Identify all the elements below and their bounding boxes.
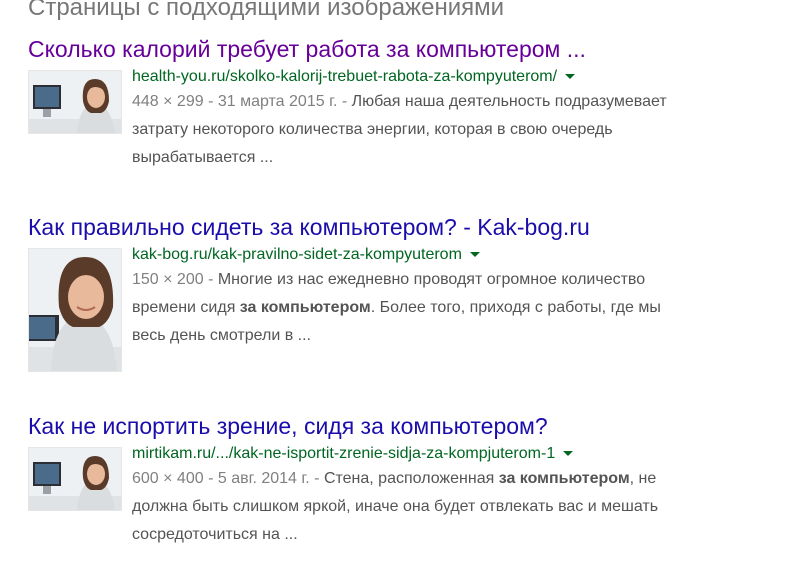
result-url: mirtikam.ru/.../kak-ne-isportit-zrenie-s… bbox=[132, 443, 801, 465]
snippet-line-1: 448 × 299 - 31 марта 2015 г. - Любая наш… bbox=[132, 88, 801, 116]
snippet-line-3: весь день смотрели в ... bbox=[132, 327, 311, 344]
search-result: Как правильно сидеть за компьютером? - K… bbox=[28, 212, 801, 372]
result-url-text: health-you.ru/skolko-kalorij-trebuet-rab… bbox=[132, 68, 558, 85]
snippet-text: Стена, расположенная bbox=[323, 470, 499, 487]
snippet-line-3: сосредоточиться на ... bbox=[132, 526, 298, 543]
result-url-text: mirtikam.ru/.../kak-ne-isportit-zrenie-s… bbox=[132, 445, 556, 462]
result-snippet: 150 × 200 - Многие из нас ежедневно пров… bbox=[132, 266, 801, 350]
snippet-highlight: за компьютером bbox=[239, 299, 371, 316]
result-url-text: kak-bog.ru/kak-pravilno-sidet-za-kompyut… bbox=[132, 246, 462, 263]
snippet-text: . Более того, приходя с работы, где мы bbox=[370, 299, 661, 316]
snippet-text: времени сидя bbox=[132, 299, 240, 316]
result-snippet: 600 × 400 - 5 авг. 2014 г. - Стена, расп… bbox=[132, 465, 801, 549]
result-snippet: 448 × 299 - 31 марта 2015 г. - Любая наш… bbox=[132, 88, 801, 172]
result-title-link[interactable]: Как не испортить зрение, сидя за компьют… bbox=[28, 411, 801, 441]
search-result: Сколько калорий требует работа за компью… bbox=[28, 34, 801, 172]
snippet-text: , не bbox=[629, 470, 657, 487]
result-title-link[interactable]: Сколько калорий требует работа за компью… bbox=[28, 34, 801, 64]
woman-at-computer-image bbox=[29, 448, 121, 510]
result-url: kak-bog.ru/kak-pravilno-sidet-za-kompyut… bbox=[132, 244, 801, 266]
snippet-line-2: должна быть слишком яркой, иначе она буд… bbox=[132, 498, 659, 515]
result-title-link[interactable]: Как правильно сидеть за компьютером? - K… bbox=[28, 212, 801, 242]
woman-at-computer-image bbox=[29, 249, 121, 371]
result-thumbnail[interactable] bbox=[28, 70, 122, 134]
snippet-highlight: за компьютером bbox=[498, 470, 630, 487]
search-result: Как не испортить зрение, сидя за компьют… bbox=[28, 411, 801, 549]
snippet-line-3: вырабатывается ... bbox=[132, 149, 274, 166]
result-meta: 150 × 200 - bbox=[132, 271, 218, 288]
snippet-line-2: затрату некоторого количества энергии, к… bbox=[132, 121, 613, 138]
result-url: health-you.ru/skolko-kalorij-trebuet-rab… bbox=[132, 66, 801, 88]
result-meta: 448 × 299 - 31 марта 2015 г. - bbox=[132, 93, 352, 110]
dropdown-caret-icon[interactable] bbox=[565, 74, 576, 80]
woman-at-computer-image bbox=[29, 71, 121, 133]
snippet-line-1: 600 × 400 - 5 авг. 2014 г. - Стена, расп… bbox=[132, 465, 801, 493]
result-thumbnail[interactable] bbox=[28, 248, 122, 372]
dropdown-caret-icon[interactable] bbox=[469, 252, 480, 258]
snippet-text: Многие из нас ежедневно проводят огромно… bbox=[217, 271, 646, 288]
snippet-text: Любая наша деятельность подразумевает bbox=[351, 93, 667, 110]
result-thumbnail[interactable] bbox=[28, 447, 122, 511]
dropdown-caret-icon[interactable] bbox=[563, 451, 574, 457]
result-meta: 600 × 400 - 5 авг. 2014 г. - bbox=[132, 470, 324, 487]
snippet-line-2: времени сидя за компьютером. Более того,… bbox=[132, 294, 801, 322]
snippet-line-1: 150 × 200 - Многие из нас ежедневно пров… bbox=[132, 266, 801, 294]
section-heading: Страницы с подходящими изображениями bbox=[28, 0, 505, 21]
